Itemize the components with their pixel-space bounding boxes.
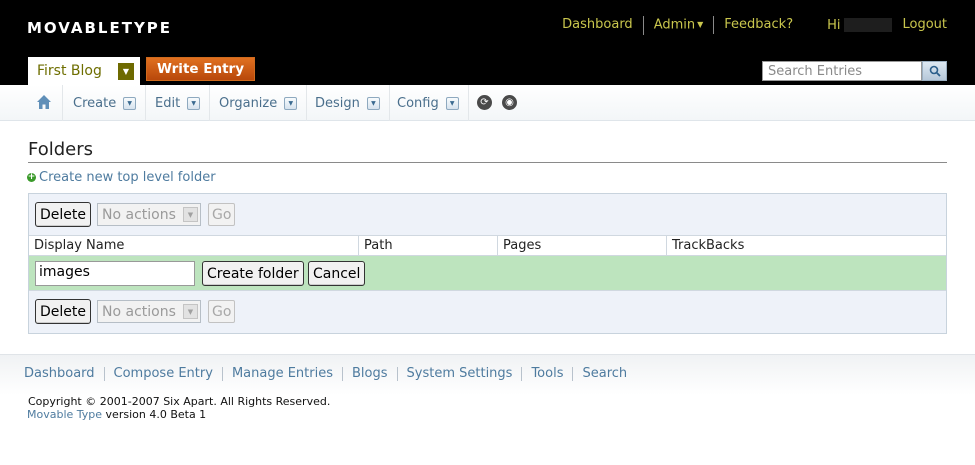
footer: Dashboard Compose Entry Manage Entries B… <box>0 354 975 465</box>
logo[interactable]: MOVABLETYPE <box>27 19 172 37</box>
cancel-button[interactable]: Cancel <box>308 261 366 286</box>
footer-nav: Dashboard Compose Entry Manage Entries B… <box>24 367 636 381</box>
header: MOVABLETYPE Dashboard Admin ▼ Feedback? H… <box>0 0 975 85</box>
version-text: version 4.0 Beta 1 <box>102 408 207 421</box>
version-info: Movable Type version 4.0 Beta 1 <box>27 408 206 421</box>
search-input[interactable]: Search Entries <box>762 61 922 81</box>
greeting: Hi <box>827 17 841 33</box>
blog-dropdown-icon[interactable]: ▼ <box>118 63 134 80</box>
create-link-label: Create new top level folder <box>39 170 216 185</box>
footer-link-search[interactable]: Search <box>572 367 636 381</box>
footer-link-compose-entry[interactable]: Compose Entry <box>103 367 222 381</box>
page-title: Folders <box>28 139 94 160</box>
folder-name-input[interactable]: images <box>35 261 195 286</box>
action-bar-bottom: Delete No actions ▼ Go <box>35 299 236 324</box>
view-site-icon[interactable]: ◉ <box>502 95 517 110</box>
footer-link-dashboard[interactable]: Dashboard <box>24 367 104 381</box>
column-header-display-name[interactable]: Display Name <box>29 236 358 256</box>
column-header-pages[interactable]: Pages <box>497 236 666 256</box>
actions-select[interactable]: No actions ▼ <box>97 203 201 226</box>
chevron-down-icon: ▼ <box>183 207 198 222</box>
blog-name: First Blog <box>37 63 102 79</box>
utility-nav: Dashboard Admin ▼ Feedback? Hi Logout <box>552 16 947 35</box>
menu-config[interactable]: Config ▼ <box>387 85 469 121</box>
actions-select-value: No actions <box>102 303 176 320</box>
column-header-path[interactable]: Path <box>358 236 497 256</box>
home-icon[interactable] <box>36 94 52 110</box>
actions-select-value: No actions <box>102 206 176 223</box>
create-top-level-folder-link[interactable]: + Create new top level folder <box>27 170 216 185</box>
blog-selector[interactable]: First Blog ▼ <box>28 57 140 85</box>
menu-edit[interactable]: Edit ▼ <box>145 85 211 121</box>
menu-design-label: Design <box>315 95 360 111</box>
search-button[interactable] <box>922 61 947 81</box>
table-header: Display Name Path Pages TrackBacks <box>29 235 946 256</box>
util-feedback-link[interactable]: Feedback? <box>713 16 803 35</box>
dropdown-arrow-icon: ▼ <box>284 96 298 110</box>
search-icon <box>929 65 941 77</box>
go-button[interactable]: Go <box>208 203 236 226</box>
footer-link-system-settings[interactable]: System Settings <box>396 367 522 381</box>
dropdown-arrow-icon: ▼ <box>123 96 137 110</box>
logout-link[interactable]: Logout <box>902 16 947 34</box>
copyright-text: Copyright © 2001-2007 Six Apart. All Rig… <box>28 395 331 408</box>
actions-select[interactable]: No actions ▼ <box>97 300 201 323</box>
menu-config-label: Config <box>397 95 439 111</box>
main-menu-bar: Create ▼ Edit ▼ Organize ▼ Design ▼ Conf… <box>0 85 975 121</box>
plus-icon: + <box>27 172 36 182</box>
delete-button[interactable]: Delete <box>35 299 91 324</box>
movable-type-link[interactable]: Movable Type <box>27 408 102 421</box>
logo-text: MOVABLETYPE <box>27 19 173 37</box>
footer-link-manage-entries[interactable]: Manage Entries <box>221 367 342 381</box>
footer-link-tools[interactable]: Tools <box>521 367 572 381</box>
delete-button[interactable]: Delete <box>35 202 91 227</box>
refresh-icon[interactable]: ⟳ <box>477 95 492 110</box>
action-bar-top: Delete No actions ▼ Go <box>35 202 236 227</box>
menu-edit-label: Edit <box>155 95 181 111</box>
folder-listing: Delete No actions ▼ Go Display Name Path… <box>28 193 947 334</box>
util-admin-label: Admin <box>653 17 696 33</box>
redacted-username <box>844 18 893 33</box>
chevron-down-icon: ▼ <box>183 304 198 319</box>
create-folder-button[interactable]: Create folder <box>202 261 304 286</box>
caret-down-icon: ▼ <box>697 20 704 29</box>
write-entry-button[interactable]: Write Entry <box>146 57 255 81</box>
footer-link-blogs[interactable]: Blogs <box>342 367 397 381</box>
dropdown-arrow-icon: ▼ <box>187 96 201 110</box>
menu-design[interactable]: Design ▼ <box>305 85 390 121</box>
title-divider <box>28 162 947 163</box>
menu-organize[interactable]: Organize ▼ <box>209 85 308 121</box>
dropdown-arrow-icon: ▼ <box>445 96 459 110</box>
util-dashboard-link[interactable]: Dashboard <box>552 16 643 34</box>
new-folder-row: images Create folder Cancel <box>29 256 946 291</box>
column-header-trackbacks[interactable]: TrackBacks <box>666 236 946 256</box>
dropdown-arrow-icon: ▼ <box>366 96 380 110</box>
menu-create[interactable]: Create ▼ <box>62 85 147 121</box>
menu-create-label: Create <box>73 95 117 111</box>
menu-organize-label: Organize <box>219 95 278 111</box>
go-button[interactable]: Go <box>208 300 236 323</box>
util-admin-menu[interactable]: Admin ▼ <box>642 16 714 35</box>
